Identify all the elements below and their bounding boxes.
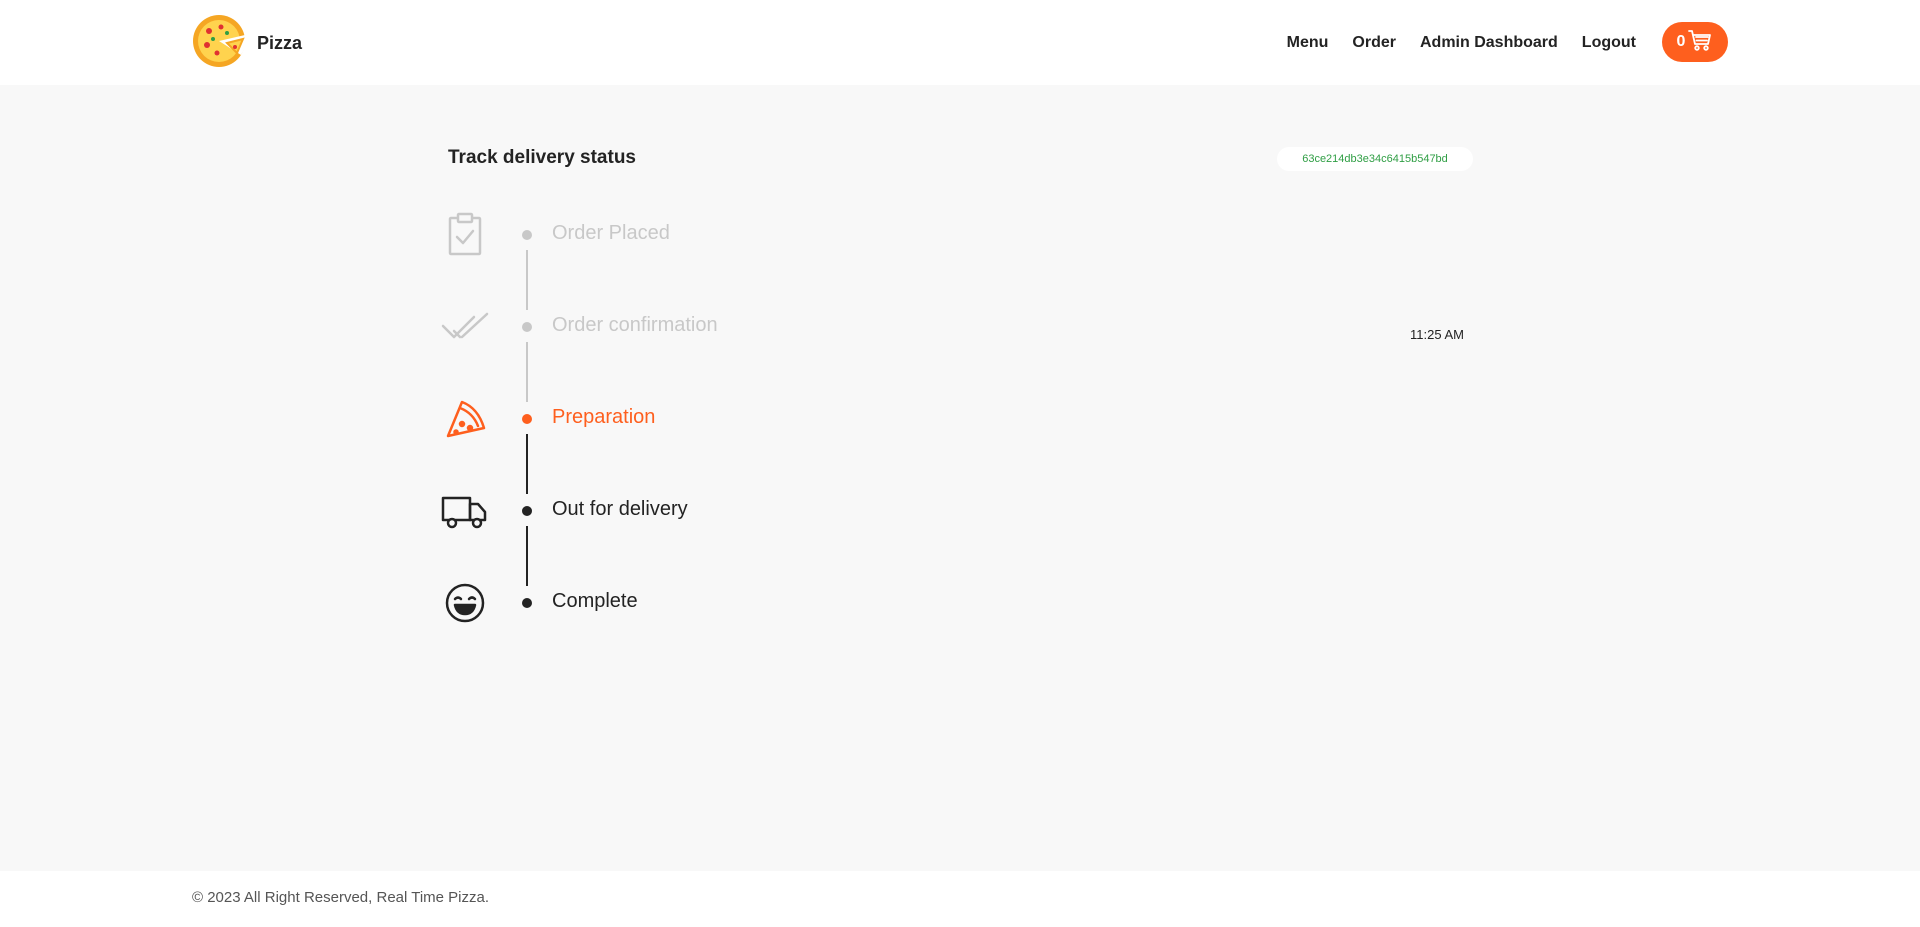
status-step-preparation: Preparation (440, 394, 1040, 444)
step-label: Order confirmation (552, 314, 718, 336)
smile-icon (440, 578, 490, 628)
nav-links: Menu Order Admin Dashboard Logout (1287, 0, 1636, 85)
navbar: Pizza Menu Order Admin Dashboard Logout … (0, 0, 1920, 85)
footer: © 2023 All Right Reserved, Real Time Piz… (0, 871, 1920, 927)
brand-name: Pizza (257, 32, 303, 53)
nav-link-menu[interactable]: Menu (1287, 34, 1329, 52)
order-id-badge: 63ce214db3e34c6415b547bd (1277, 147, 1473, 171)
cart-count: 0 (1676, 33, 1686, 50)
double-check-icon (440, 302, 490, 352)
footer-copyright: © 2023 All Right Reserved, Real Time Piz… (192, 889, 490, 906)
cart-icon (1685, 27, 1713, 58)
pizza-logo-icon (191, 13, 247, 74)
step-label: Complete (552, 590, 638, 612)
step-dot (522, 506, 532, 516)
nav-link-logout[interactable]: Logout (1582, 34, 1636, 52)
status-step-order-confirmation: Order confirmation (440, 302, 1040, 352)
nav-link-admin-dashboard[interactable]: Admin Dashboard (1420, 34, 1558, 52)
status-step-order-placed: Order Placed (440, 210, 1040, 260)
brand-link[interactable]: Pizza (191, 13, 303, 74)
truck-icon (440, 486, 490, 536)
status-step-out-for-delivery: Out for delivery (440, 486, 1040, 536)
page-title: Track delivery status (448, 147, 636, 168)
step-label: Preparation (552, 406, 656, 428)
step-dot (522, 230, 532, 240)
status-step-complete: Complete (440, 578, 1040, 628)
cart-button[interactable]: 0 (1662, 22, 1728, 62)
step-label: Order Placed (552, 222, 670, 244)
clipboard-check-icon (440, 210, 490, 260)
step-dot (522, 414, 532, 424)
pizza-slice-icon (440, 394, 490, 444)
step-dot (522, 598, 532, 608)
status-timestamp: 11:25 AM (1410, 327, 1464, 342)
step-label: Out for delivery (552, 498, 688, 520)
nav-link-order[interactable]: Order (1352, 34, 1396, 52)
step-dot (522, 322, 532, 332)
